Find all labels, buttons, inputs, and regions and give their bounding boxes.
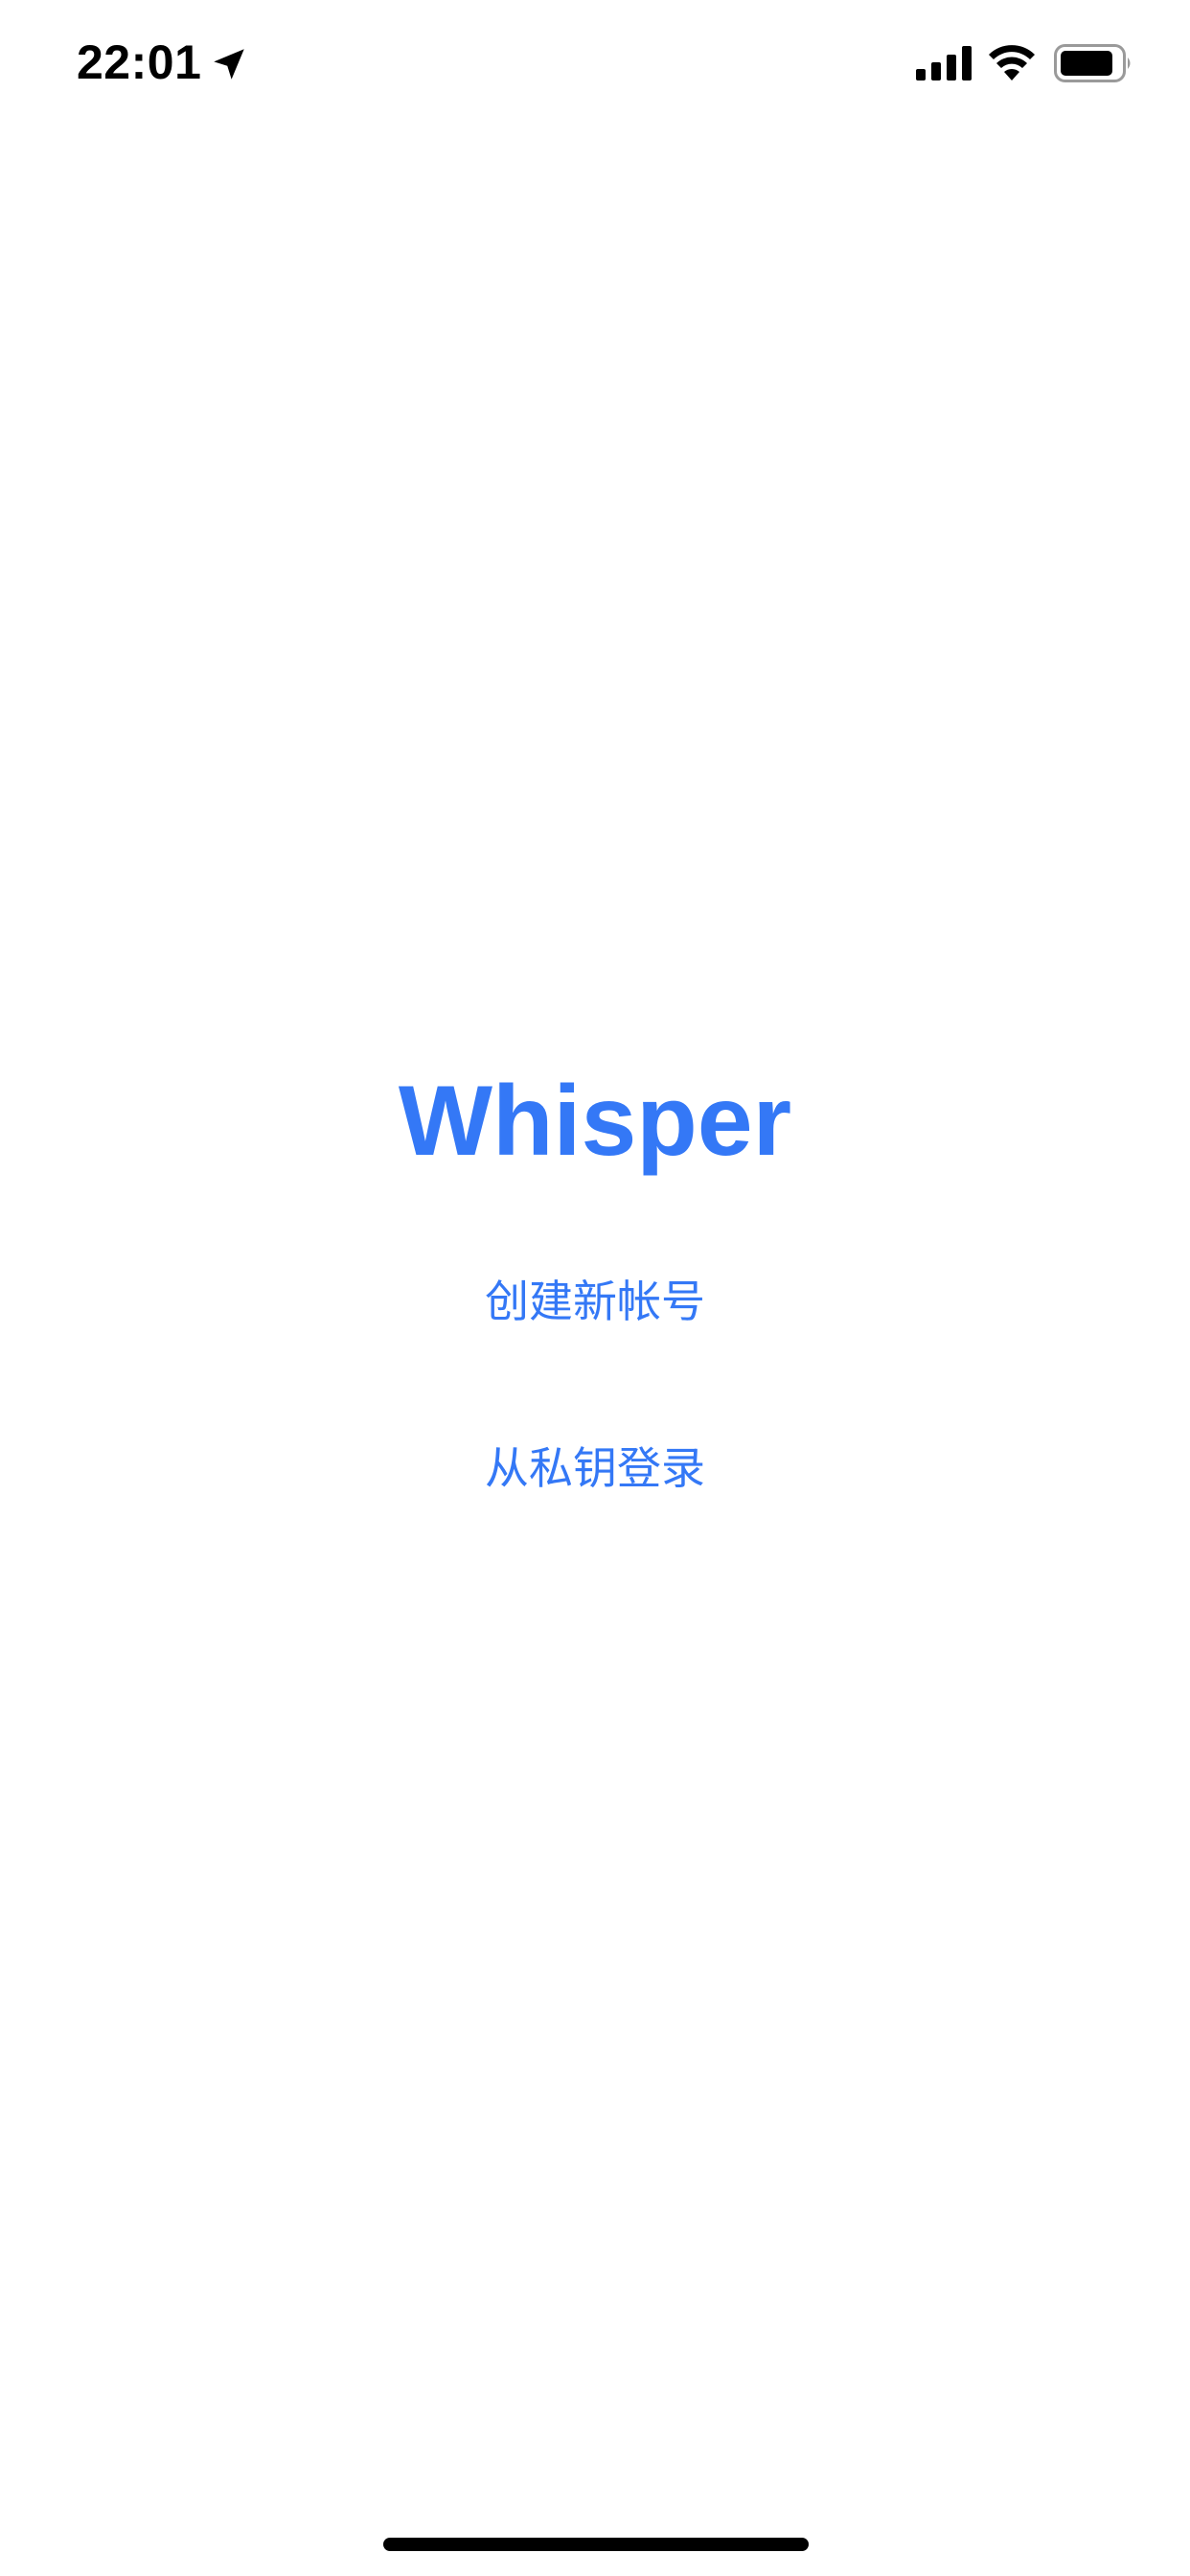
app-title: Whisper bbox=[398, 1066, 792, 1177]
create-account-button[interactable]: 创建新帐号 bbox=[403, 1273, 787, 1330]
welcome-screen: Whisper 创建新帐号 从私钥登录 bbox=[0, 0, 1190, 2576]
home-indicator[interactable] bbox=[383, 2538, 809, 2551]
login-private-key-button[interactable]: 从私钥登录 bbox=[403, 1439, 787, 1497]
